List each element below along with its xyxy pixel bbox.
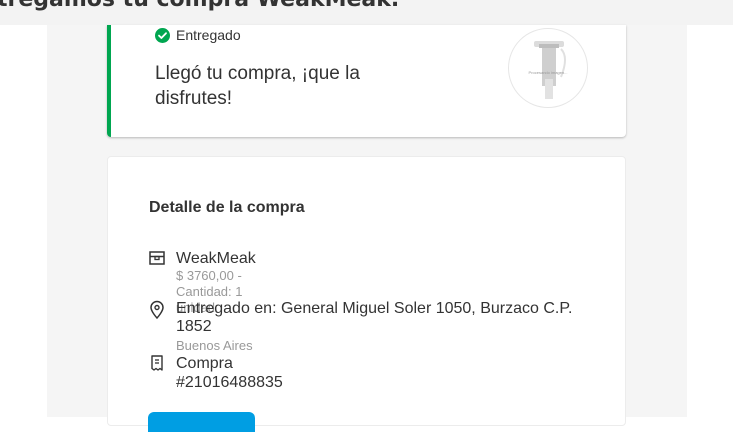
status-message: Llegó tu compra, ¡que la disfrutes! [155, 63, 360, 109]
product-thumbnail[interactable]: Procesando imagen... [508, 28, 588, 108]
detail-title: Detalle de la compra [149, 199, 305, 216]
purchase-number[interactable]: Compra #21016488835 [176, 354, 283, 392]
delivery-status-card: Entregado Llegó tu compra, ¡que la disfr… [107, 25, 626, 137]
top-bar: tregamos tu compra WeakMeak. [0, 0, 733, 25]
receipt-icon [148, 354, 166, 372]
box-icon [148, 249, 166, 267]
email-subject-title: tregamos tu compra WeakMeak. [0, 0, 399, 12]
delivery-address: Entregado en: General Miguel Soler 1050,… [176, 300, 573, 335]
paint-roller-image [534, 41, 566, 99]
action-button[interactable] [148, 412, 255, 432]
product-name[interactable]: WeakMeak [176, 249, 256, 268]
thumbnail-caption: Procesando imagen... [528, 70, 568, 75]
purchase-detail-card: Detalle de la compra WeakMeak $ 3760,00 … [107, 156, 626, 426]
location-pin-icon [148, 300, 166, 320]
check-circle-icon [155, 27, 170, 43]
status-row: Entregado [155, 27, 241, 43]
delivery-region: Buenos Aires [176, 338, 253, 353]
status-label: Entregado [176, 27, 241, 43]
